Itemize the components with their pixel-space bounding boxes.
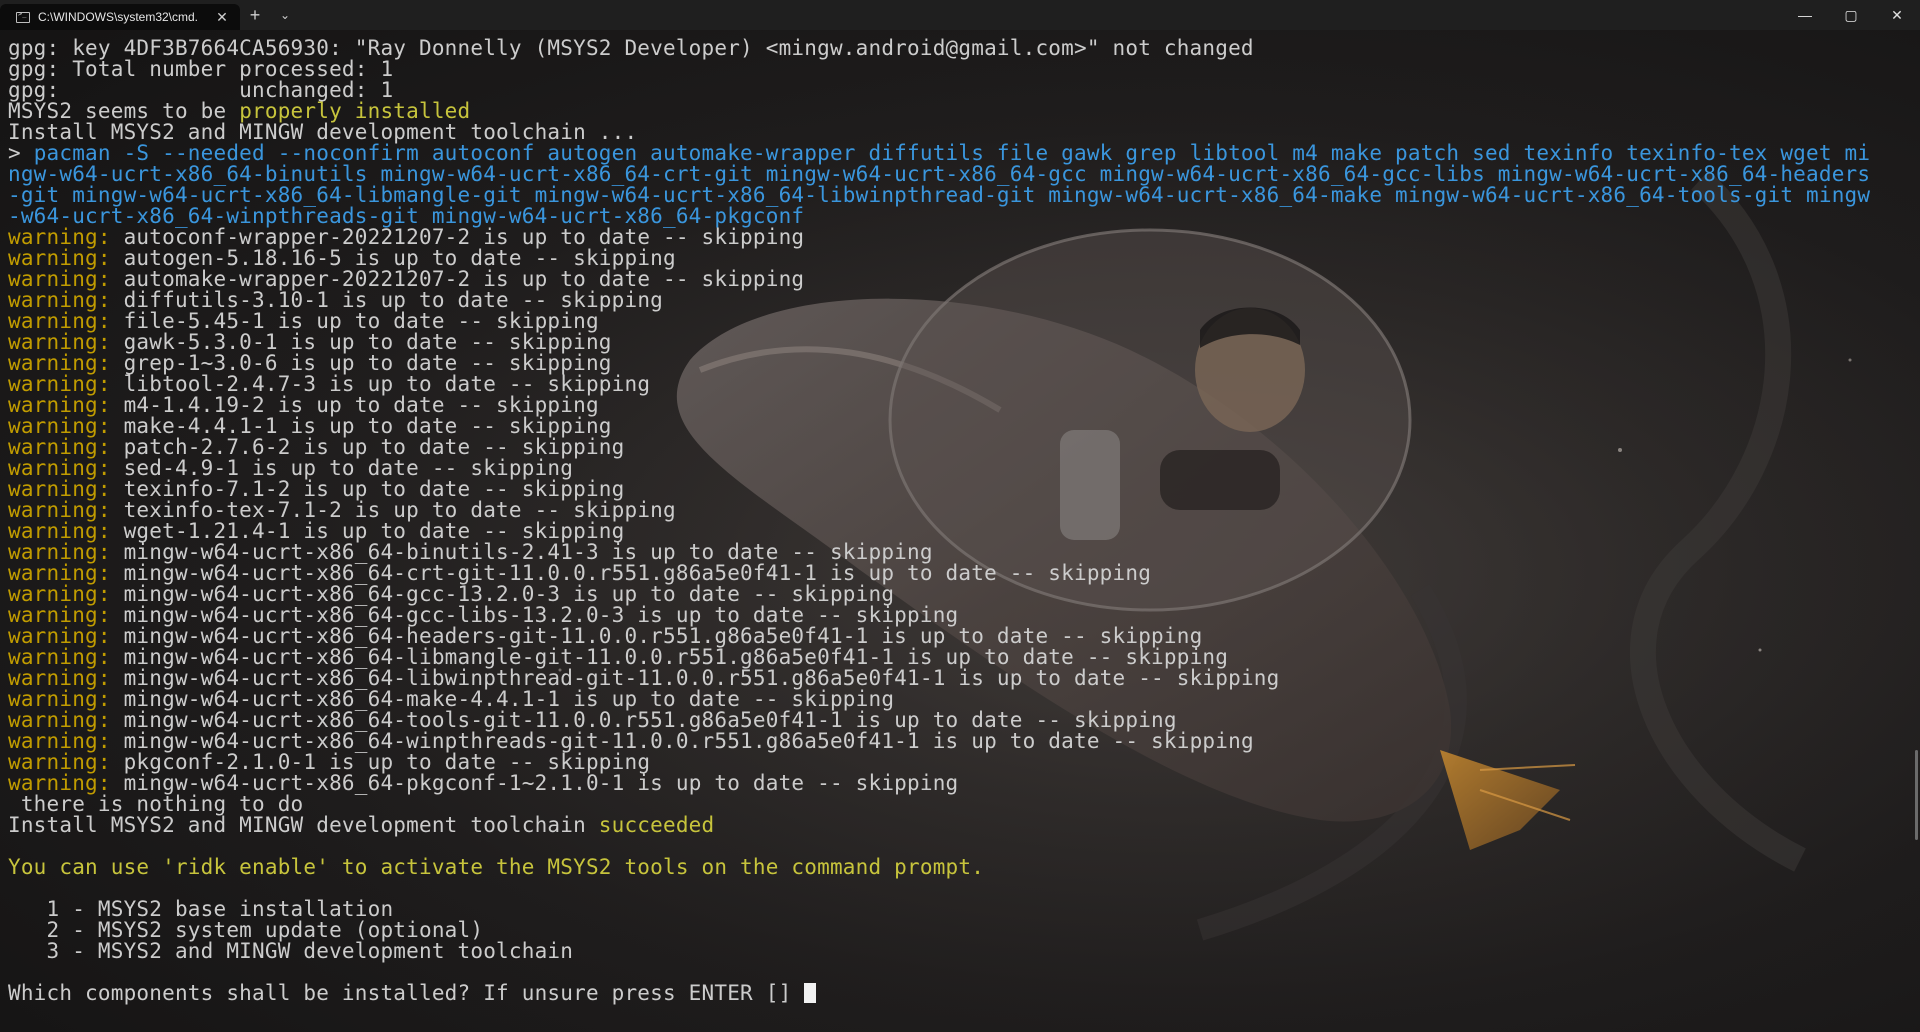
warning-line: warning: mingw-w64-ucrt-x86_64-libmangle… <box>8 647 1900 668</box>
output-line: Install MSYS2 and MINGW development tool… <box>8 815 1900 836</box>
warning-line: warning: gawk-5.3.0-1 is up to date -- s… <box>8 332 1900 353</box>
warning-line: warning: mingw-w64-ucrt-x86_64-libwinpth… <box>8 668 1900 689</box>
ridk-hint: You can use 'ridk enable' to activate th… <box>8 855 985 879</box>
warning-line: warning: mingw-w64-ucrt-x86_64-gcc-libs-… <box>8 605 1900 626</box>
output-line: there is nothing to do <box>8 792 304 816</box>
warning-line: warning: mingw-w64-ucrt-x86_64-tools-git… <box>8 710 1900 731</box>
warning-line: warning: automake-wrapper-20221207-2 is … <box>8 269 1900 290</box>
warning-line: warning: texinfo-tex-7.1-2 is up to date… <box>8 500 1900 521</box>
warning-line: warning: make-4.4.1-1 is up to date -- s… <box>8 416 1900 437</box>
warning-line: warning: mingw-w64-ucrt-x86_64-make-4.4.… <box>8 689 1900 710</box>
warning-line: warning: pkgconf-2.1.0-1 is up to date -… <box>8 752 1900 773</box>
tab-cmd[interactable]: C:\WINDOWS\system32\cmd. ✕ <box>0 4 240 30</box>
text-cursor[interactable] <box>804 983 817 1003</box>
new-tab-button[interactable]: + <box>240 0 270 30</box>
warning-line: warning: libtool-2.4.7-3 is up to date -… <box>8 374 1900 395</box>
minimize-button[interactable]: — <box>1782 0 1828 30</box>
tab-dropdown-icon[interactable]: ⌄ <box>270 0 300 30</box>
warning-line: warning: mingw-w64-ucrt-x86_64-pkgconf-1… <box>8 773 1900 794</box>
warning-line: warning: sed-4.9-1 is up to date -- skip… <box>8 458 1900 479</box>
install-question: Which components shall be installed? If … <box>8 981 805 1005</box>
option-item: 1 - MSYS2 base installation <box>8 897 394 921</box>
output-line: MSYS2 seems to be properly installed <box>8 101 1900 122</box>
option-item: 3 - MSYS2 and MINGW development toolchai… <box>8 939 574 963</box>
warning-line: warning: diffutils-3.10-1 is up to date … <box>8 290 1900 311</box>
close-window-button[interactable]: ✕ <box>1874 0 1920 30</box>
tab-close-icon[interactable]: ✕ <box>214 9 230 26</box>
warning-line: warning: mingw-w64-ucrt-x86_64-crt-git-1… <box>8 563 1900 584</box>
command-continuation: -w64-ucrt-x86_64-winpthreads-git mingw-w… <box>8 204 805 228</box>
warning-line: warning: mingw-w64-ucrt-x86_64-gcc-13.2.… <box>8 584 1900 605</box>
warning-line: warning: autoconf-wrapper-20221207-2 is … <box>8 227 1900 248</box>
warning-line: warning: texinfo-7.1-2 is up to date -- … <box>8 479 1900 500</box>
warning-line: warning: mingw-w64-ucrt-x86_64-headers-g… <box>8 626 1900 647</box>
warning-line: warning: m4-1.4.19-2 is up to date -- sk… <box>8 395 1900 416</box>
warning-line: warning: grep-1~3.0-6 is up to date -- s… <box>8 353 1900 374</box>
command-continuation: ngw-w64-ucrt-x86_64-binutils mingw-w64-u… <box>8 162 1871 186</box>
result-status: succeeded <box>598 813 715 837</box>
warning-line: warning: mingw-w64-ucrt-x86_64-winpthrea… <box>8 731 1900 752</box>
warning-line: warning: autogen-5.18.16-5 is up to date… <box>8 248 1900 269</box>
output-line: Install MSYS2 and MINGW development tool… <box>8 120 638 144</box>
tab-title: C:\WINDOWS\system32\cmd. <box>38 10 199 24</box>
terminal-output[interactable]: gpg: key 4DF3B7664CA56930: "Ray Donnelly… <box>8 38 1900 1004</box>
command-line: > pacman -S --needed --noconfirm autocon… <box>8 143 1900 164</box>
input-prompt-line[interactable]: Which components shall be installed? If … <box>8 983 1900 1004</box>
drag-region[interactable] <box>300 0 1782 30</box>
option-item: 2 - MSYS2 system update (optional) <box>8 918 484 942</box>
result-prefix: Install MSYS2 and MINGW development tool… <box>8 813 599 837</box>
warning-line: warning: file-5.45-1 is up to date -- sk… <box>8 311 1900 332</box>
maximize-button[interactable]: ▢ <box>1828 0 1874 30</box>
scrollbar[interactable] <box>1915 750 1918 840</box>
command-continuation: -git mingw-w64-ucrt-x86_64-libmangle-git… <box>8 183 1871 207</box>
warning-line: warning: patch-2.7.6-2 is up to date -- … <box>8 437 1900 458</box>
title-bar: C:\WINDOWS\system32\cmd. ✕ + ⌄ — ▢ ✕ <box>0 0 1920 30</box>
warning-line: warning: mingw-w64-ucrt-x86_64-binutils-… <box>8 542 1900 563</box>
output-line: gpg: Total number processed: 1 <box>8 57 394 81</box>
warning-list: warning: autoconf-wrapper-20221207-2 is … <box>8 227 1900 794</box>
warning-line: warning: wget-1.21.4-1 is up to date -- … <box>8 521 1900 542</box>
output-line: gpg: unchanged: 1 <box>8 78 394 102</box>
terminal-icon <box>16 10 30 23</box>
terminal-window: C:\WINDOWS\system32\cmd. ✕ + ⌄ — ▢ ✕ gpg… <box>0 0 1920 1032</box>
output-line: gpg: key 4DF3B7664CA56930: "Ray Donnelly… <box>8 36 1254 60</box>
